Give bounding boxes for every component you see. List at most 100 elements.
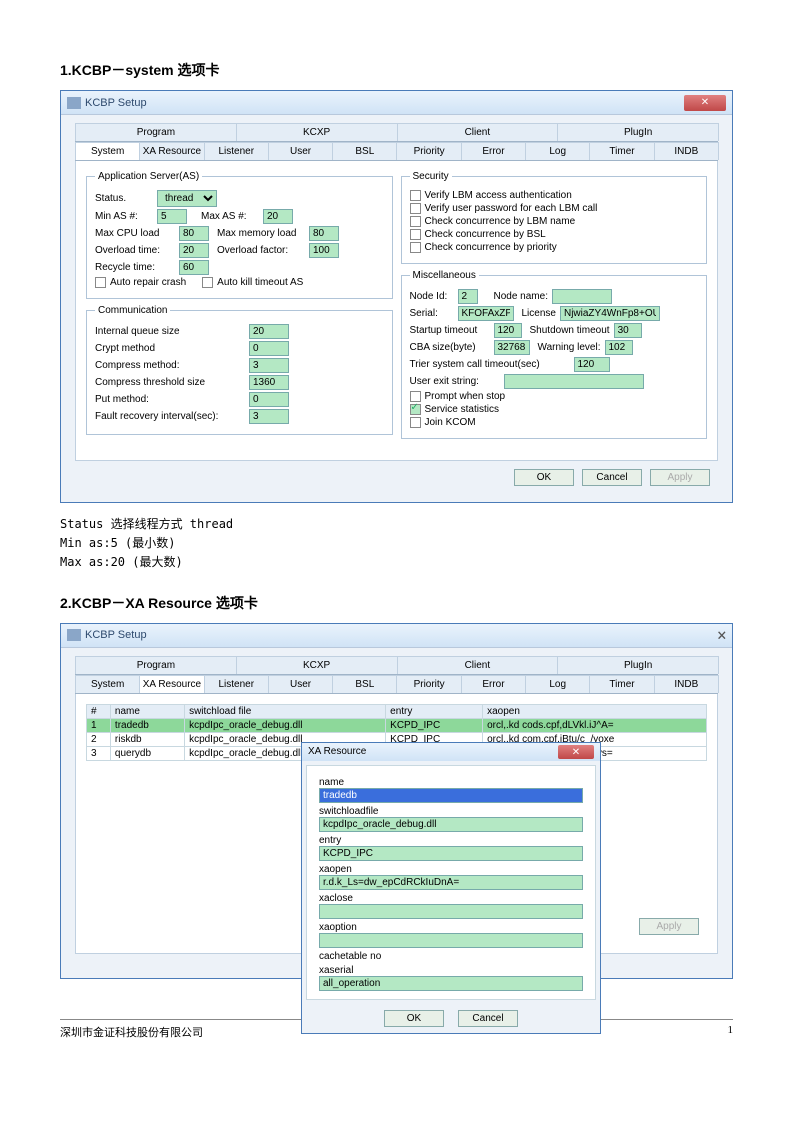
maxcpu-input[interactable] [179, 226, 209, 241]
tab-program[interactable]: Program [75, 123, 237, 141]
tab-timer[interactable]: Timer [589, 142, 654, 160]
iq-input[interactable] [249, 324, 289, 339]
misc-group: Miscellaneous Node Id: Node name: Serial… [401, 270, 708, 439]
license-input[interactable] [560, 306, 660, 321]
hdr-xa: xaopen [483, 704, 707, 718]
status-select[interactable]: thread [157, 190, 217, 207]
dlg-ok-button[interactable]: OK [384, 1010, 444, 1027]
tab-log[interactable]: Log [525, 675, 590, 693]
sec1-checkbox[interactable] [410, 190, 421, 201]
tab-system[interactable]: System [75, 675, 140, 693]
tab-plugin[interactable]: PlugIn [557, 123, 719, 141]
shutdown-input[interactable] [614, 323, 642, 338]
maxas-input[interactable] [263, 209, 293, 224]
dlg-cancel-button[interactable]: Cancel [458, 1010, 518, 1027]
nodename-input[interactable] [552, 289, 612, 304]
cba-input[interactable] [494, 340, 530, 355]
warn-input[interactable] [605, 340, 633, 355]
tab-indb[interactable]: INDB [654, 675, 719, 693]
apply-button[interactable]: Apply [650, 469, 710, 486]
tab-listener[interactable]: Listener [204, 142, 269, 160]
note-line-2: Min as:5 (最小数) [60, 534, 733, 553]
cm-input[interactable] [249, 341, 289, 356]
table-row[interactable]: 1tradedbkcpdIpc_oracle_debug.dllKCPD_IPC… [87, 718, 707, 732]
autorepair-checkbox[interactable] [95, 277, 106, 288]
dlg-xaopen-input[interactable] [319, 875, 583, 890]
tab-indb[interactable]: INDB [654, 142, 719, 160]
dlg-switchload-input[interactable] [319, 817, 583, 832]
tab-client[interactable]: Client [397, 656, 559, 674]
tab-priority[interactable]: Priority [396, 142, 461, 160]
sec3-checkbox[interactable] [410, 216, 421, 227]
tab-user[interactable]: User [268, 142, 333, 160]
table-header: # name switchload file entry xaopen [87, 704, 707, 718]
xa-resource-dialog: XA Resource ✕ name switchloadfile entry … [301, 742, 601, 1034]
tab-kcxp[interactable]: KCXP [236, 656, 398, 674]
maxas-label: Max AS #: [201, 211, 259, 222]
svcstat-checkbox[interactable] [410, 404, 421, 415]
trier-input[interactable] [574, 357, 610, 372]
tab-listener[interactable]: Listener [204, 675, 269, 693]
tab-log[interactable]: Log [525, 142, 590, 160]
tab-xa-resource[interactable]: XA Resource [139, 142, 204, 160]
overtime-input[interactable] [179, 243, 209, 258]
tab-bsl[interactable]: BSL [332, 675, 397, 693]
maxmem-input[interactable] [309, 226, 339, 241]
dialog-title: XA Resource [308, 746, 366, 757]
tab-program[interactable]: Program [75, 656, 237, 674]
overfac-input[interactable] [309, 243, 339, 258]
tab-system[interactable]: System [75, 142, 140, 160]
fri-input[interactable] [249, 409, 289, 424]
apply-button-2[interactable]: Apply [639, 918, 699, 935]
shutdown-label: Shutdown timeout [530, 325, 610, 336]
nodeid-input[interactable] [458, 289, 478, 304]
status-label: Status. [95, 193, 153, 204]
tab-client[interactable]: Client [397, 123, 559, 141]
tab-priority[interactable]: Priority [396, 675, 461, 693]
serial-input[interactable] [458, 306, 514, 321]
tab-kcxp[interactable]: KCXP [236, 123, 398, 141]
tab-error[interactable]: Error [461, 142, 526, 160]
dlg-xaclose-input[interactable] [319, 904, 583, 919]
tab-plugin[interactable]: PlugIn [557, 656, 719, 674]
minas-input[interactable] [157, 209, 187, 224]
sec2-checkbox[interactable] [410, 203, 421, 214]
tabs-row-1: Program KCXP Client PlugIn [75, 123, 718, 142]
dlg-entry-input[interactable] [319, 846, 583, 861]
ok-button[interactable]: OK [514, 469, 574, 486]
tab-bsl[interactable]: BSL [332, 142, 397, 160]
app-icon [67, 97, 81, 109]
titlebar: KCBP Setup ✕ [61, 91, 732, 115]
prompt-checkbox[interactable] [410, 391, 421, 402]
tab-error[interactable]: Error [461, 675, 526, 693]
cancel-button[interactable]: Cancel [582, 469, 642, 486]
putm-input[interactable] [249, 392, 289, 407]
tab-user[interactable]: User [268, 675, 333, 693]
sec5-checkbox[interactable] [410, 242, 421, 253]
application-server-group: Application Server(AS) Status. thread Mi… [86, 171, 393, 299]
ues-input[interactable] [504, 374, 644, 389]
recycle-input[interactable] [179, 260, 209, 275]
nodename-label: Node name: [494, 291, 548, 302]
dialog-close-icon[interactable]: ✕ [558, 745, 594, 759]
hdr-num: # [87, 704, 111, 718]
tab-timer[interactable]: Timer [589, 675, 654, 693]
putm-label: Put method: [95, 394, 245, 405]
dlg-name-input[interactable] [319, 788, 583, 803]
joinkcom-checkbox[interactable] [410, 417, 421, 428]
sec5-label: Check concurrence by priority [425, 242, 557, 253]
tab-xa-resource[interactable]: XA Resource [139, 675, 204, 693]
close-icon[interactable]: ✕ [684, 95, 726, 111]
sec4-checkbox[interactable] [410, 229, 421, 240]
sec1-label: Verify LBM access authentication [425, 190, 572, 201]
cts-input[interactable] [249, 375, 289, 390]
tabs-row-2: System XA Resource Listener User BSL Pri… [75, 142, 718, 161]
close-icon-2[interactable]: 🗙 [718, 626, 726, 645]
tabs-row-2b: System XA Resource Listener User BSL Pri… [75, 675, 718, 694]
startup-input[interactable] [494, 323, 522, 338]
dlg-xaserial-input[interactable] [319, 976, 583, 991]
dlg-xaoption-input[interactable] [319, 933, 583, 948]
cpm-input[interactable] [249, 358, 289, 373]
footer-pagenum: 1 [728, 1024, 734, 1040]
autokill-checkbox[interactable] [202, 277, 213, 288]
